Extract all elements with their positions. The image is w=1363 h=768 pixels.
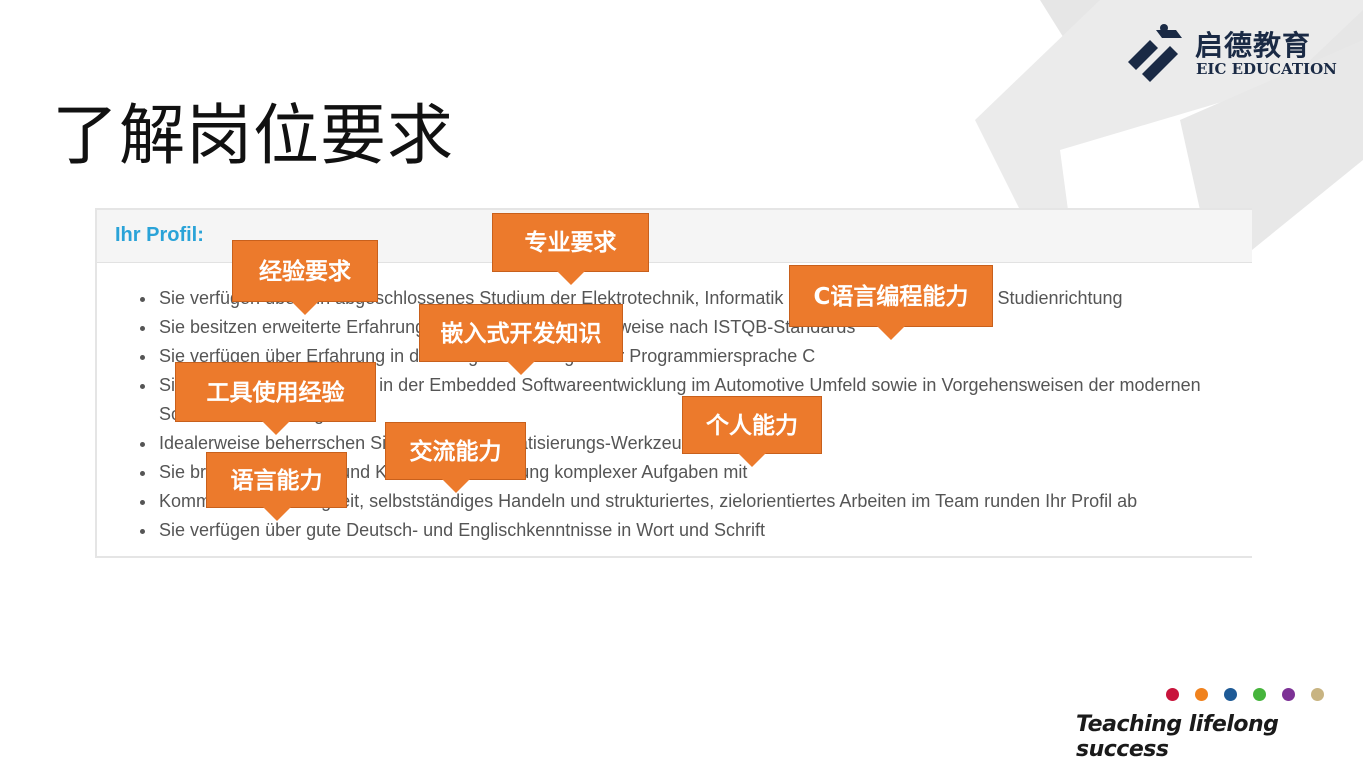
page-title: 了解岗位要求 <box>52 97 454 174</box>
logo-name-en: EIC EDUCATION <box>1196 60 1337 78</box>
dot-orange <box>1195 688 1208 701</box>
dot-red <box>1166 688 1179 701</box>
tag-personal: 个人能力 <box>682 396 822 467</box>
logo-name-cn: 启德教育 <box>1195 29 1312 62</box>
tag-tools: 工具使用经验 <box>175 362 376 435</box>
list-item: Sie verfügen über gute Deutsch- und Engl… <box>157 516 1257 545</box>
dot-purple <box>1282 688 1295 701</box>
dot-blue <box>1224 688 1237 701</box>
tag-language: 语言能力 <box>206 452 347 521</box>
tag-communication: 交流能力 <box>385 422 526 493</box>
panel-heading: Ihr Profil: <box>115 224 204 246</box>
dot-green <box>1253 688 1266 701</box>
tagline: Teaching lifelong success <box>1076 712 1279 762</box>
tag-c-programming: C语言编程能力 <box>789 265 993 340</box>
tag-experience: 经验要求 <box>232 240 378 315</box>
dot-beige <box>1311 688 1324 701</box>
list-item: Sie besitzen erweiterte Erfahrung im Sof… <box>157 313 1257 342</box>
tag-professional: 专业要求 <box>492 213 649 285</box>
tag-embedded: 嵌入式开发知识 <box>419 304 623 375</box>
